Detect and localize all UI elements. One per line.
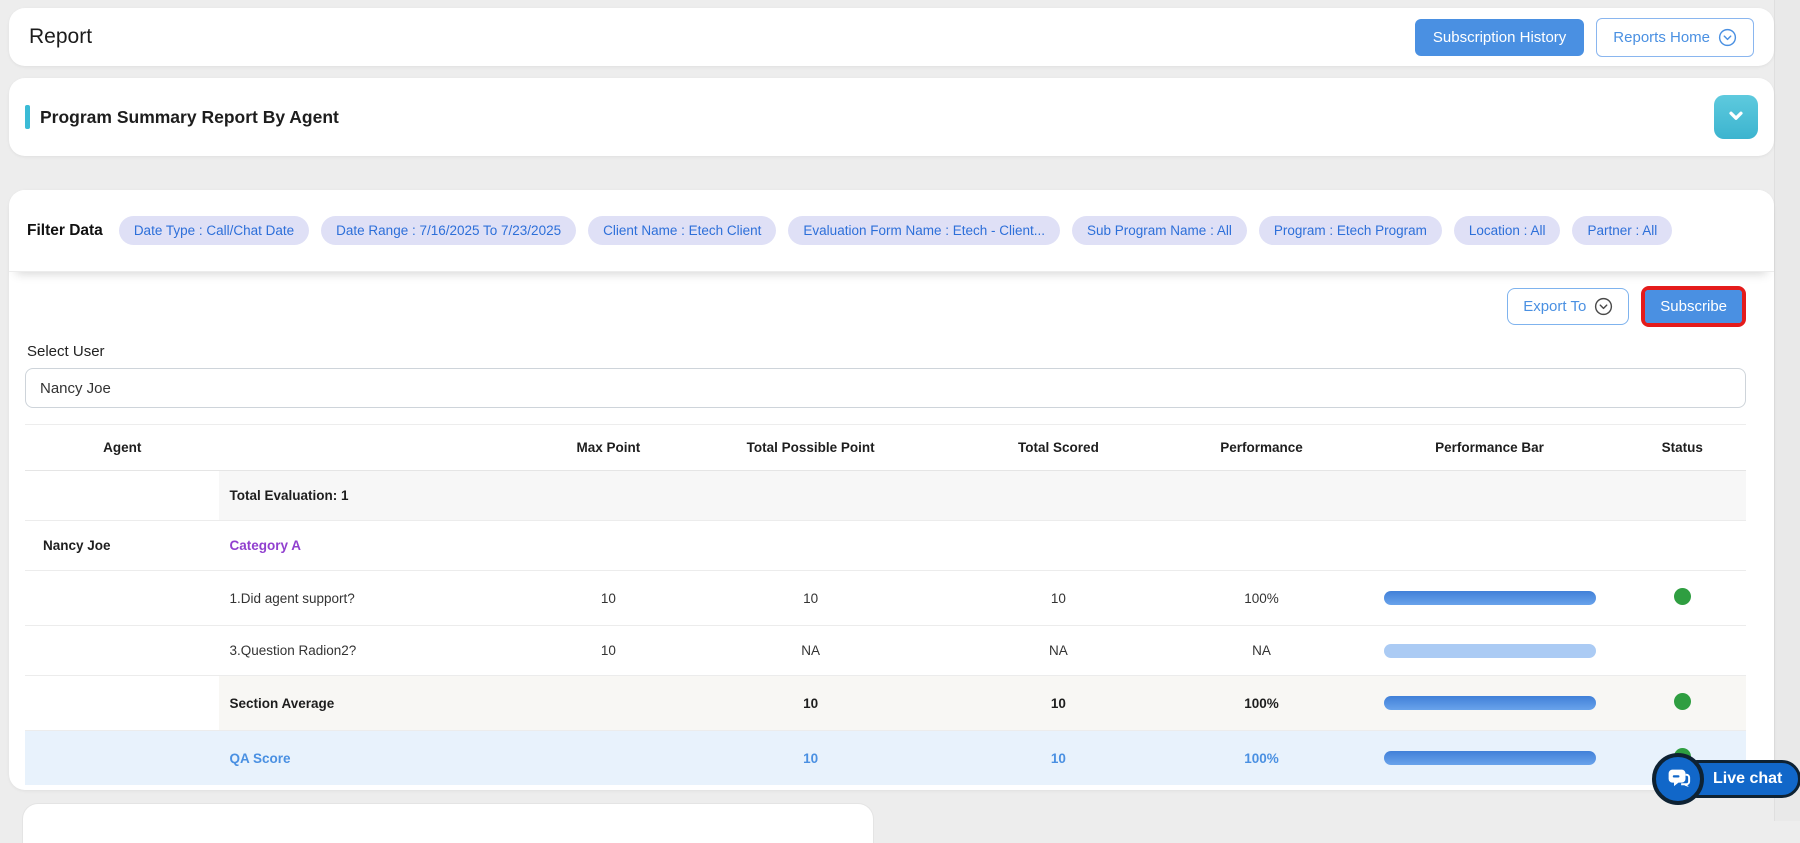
column-header-performance: Performance bbox=[1162, 424, 1361, 471]
table-row-question-2: 3.Question Radion2? 10 NA NA NA bbox=[25, 625, 1746, 676]
chevron-down-circle-icon bbox=[1718, 28, 1737, 47]
total-possible-point-value: 10 bbox=[666, 570, 955, 626]
question-label: 1.Did agent support? bbox=[219, 570, 550, 626]
performance-value: 100% bbox=[1162, 570, 1361, 626]
subscription-history-label: Subscription History bbox=[1432, 28, 1567, 46]
teal-accent-bar bbox=[25, 105, 30, 129]
performance-bar bbox=[1383, 696, 1596, 710]
chevron-down-icon bbox=[1725, 105, 1747, 130]
performance-value: NA bbox=[1162, 625, 1361, 676]
performance-value: 100% bbox=[1162, 675, 1361, 731]
actions-row: Export To Subscribe bbox=[25, 286, 1746, 327]
filter-chip-partner[interactable]: Partner : All bbox=[1572, 216, 1673, 245]
filter-chip-date-range[interactable]: Date Range : 7/16/2025 To 7/23/2025 bbox=[321, 216, 577, 245]
filter-chip-program[interactable]: Program : Etech Program bbox=[1258, 216, 1442, 245]
column-header-label bbox=[219, 424, 550, 471]
header-actions: Subscription History Reports Home bbox=[1414, 17, 1754, 57]
next-section-card-partial bbox=[22, 803, 874, 843]
live-chat-widget[interactable]: Live chat bbox=[1652, 753, 1800, 805]
status-dot-green bbox=[1673, 588, 1691, 605]
subscribe-label: Subscribe bbox=[1660, 298, 1727, 315]
top-header-card: Report Subscription History Reports Home bbox=[9, 8, 1774, 66]
filter-chip-evaluation-form[interactable]: Evaluation Form Name : Etech - Client... bbox=[788, 216, 1061, 245]
total-scored-value: 10 bbox=[954, 730, 1163, 785]
status-dot-green bbox=[1673, 693, 1691, 710]
reports-home-button[interactable]: Reports Home bbox=[1596, 17, 1754, 57]
table-row-total-evaluation: Total Evaluation: 1 bbox=[25, 470, 1746, 521]
agent-summary-table: Agent Max Point Total Possible Point Tot… bbox=[25, 424, 1746, 785]
column-header-status: Status bbox=[1618, 424, 1746, 471]
table-row-section-average: Section Average 10 10 100% bbox=[25, 675, 1746, 731]
total-possible-point-value: 10 bbox=[666, 730, 955, 785]
column-header-total-possible-point: Total Possible Point bbox=[666, 424, 955, 471]
question-label: 3.Question Radion2? bbox=[219, 625, 550, 676]
table-row-qa-score: QA Score 10 10 100% bbox=[25, 730, 1746, 785]
report-section-card: Program Summary Report By Agent bbox=[9, 78, 1774, 156]
column-header-performance-bar: Performance Bar bbox=[1360, 424, 1619, 471]
total-possible-point-value: 10 bbox=[666, 675, 955, 731]
total-scored-value: 10 bbox=[954, 675, 1163, 731]
scrollbar[interactable] bbox=[1774, 0, 1800, 821]
page-title: Report bbox=[29, 25, 93, 48]
export-to-label: Export To bbox=[1523, 298, 1587, 315]
filter-chip-date-type[interactable]: Date Type : Call/Chat Date bbox=[118, 216, 310, 245]
section-title: Program Summary Report By Agent bbox=[40, 106, 339, 127]
total-possible-point-value: NA bbox=[666, 625, 955, 676]
max-point-value: 10 bbox=[549, 570, 667, 626]
column-header-total-scored: Total Scored bbox=[954, 424, 1163, 471]
subscription-history-button[interactable]: Subscription History bbox=[1414, 18, 1585, 56]
qa-score-label: QA Score bbox=[219, 730, 550, 785]
max-point-value: 10 bbox=[549, 625, 667, 676]
total-scored-value: 10 bbox=[954, 570, 1163, 626]
performance-bar bbox=[1383, 591, 1596, 605]
total-scored-value: NA bbox=[954, 625, 1163, 676]
column-header-agent: Agent bbox=[25, 424, 220, 471]
category-link[interactable]: Category A bbox=[219, 520, 550, 571]
filter-bar: Filter Data Date Type : Call/Chat Date D… bbox=[9, 190, 1774, 272]
chevron-down-circle-icon bbox=[1594, 297, 1613, 316]
performance-value: 100% bbox=[1162, 730, 1361, 785]
section-average-label: Section Average bbox=[219, 675, 550, 731]
max-point-value bbox=[549, 675, 667, 731]
filter-data-label: Filter Data bbox=[27, 221, 103, 239]
table-row-agent-category: Nancy Joe Category A bbox=[25, 520, 1746, 571]
chat-bubbles-icon bbox=[1652, 753, 1704, 805]
agent-name-cell: Nancy Joe bbox=[25, 520, 220, 571]
filter-chip-sub-program[interactable]: Sub Program Name : All bbox=[1072, 216, 1247, 245]
filter-chip-location[interactable]: Location : All bbox=[1453, 216, 1561, 245]
main-content: Export To Subscribe Select User Agent bbox=[9, 286, 1774, 801]
agent-cell-empty bbox=[25, 470, 220, 521]
select-user-label: Select User bbox=[27, 343, 105, 360]
column-header-max-point: Max Point bbox=[549, 424, 667, 471]
table-header-row: Agent Max Point Total Possible Point Tot… bbox=[25, 424, 1746, 471]
table-row-question-1: 1.Did agent support? 10 10 10 100% bbox=[25, 570, 1746, 626]
collapse-section-button[interactable] bbox=[1714, 95, 1758, 139]
main-content-card: Filter Data Date Type : Call/Chat Date D… bbox=[9, 190, 1774, 790]
subscribe-button[interactable]: Subscribe bbox=[1645, 290, 1742, 323]
export-to-button[interactable]: Export To bbox=[1507, 288, 1630, 325]
performance-bar-na bbox=[1383, 643, 1596, 658]
performance-bar bbox=[1383, 751, 1596, 765]
total-evaluation-label: Total Evaluation: 1 bbox=[219, 470, 1746, 521]
subscribe-highlight-border: Subscribe bbox=[1641, 286, 1746, 327]
filter-chip-client-name[interactable]: Client Name : Etech Client bbox=[588, 216, 777, 245]
select-user-input[interactable] bbox=[25, 368, 1746, 408]
reports-home-label: Reports Home bbox=[1613, 28, 1710, 46]
